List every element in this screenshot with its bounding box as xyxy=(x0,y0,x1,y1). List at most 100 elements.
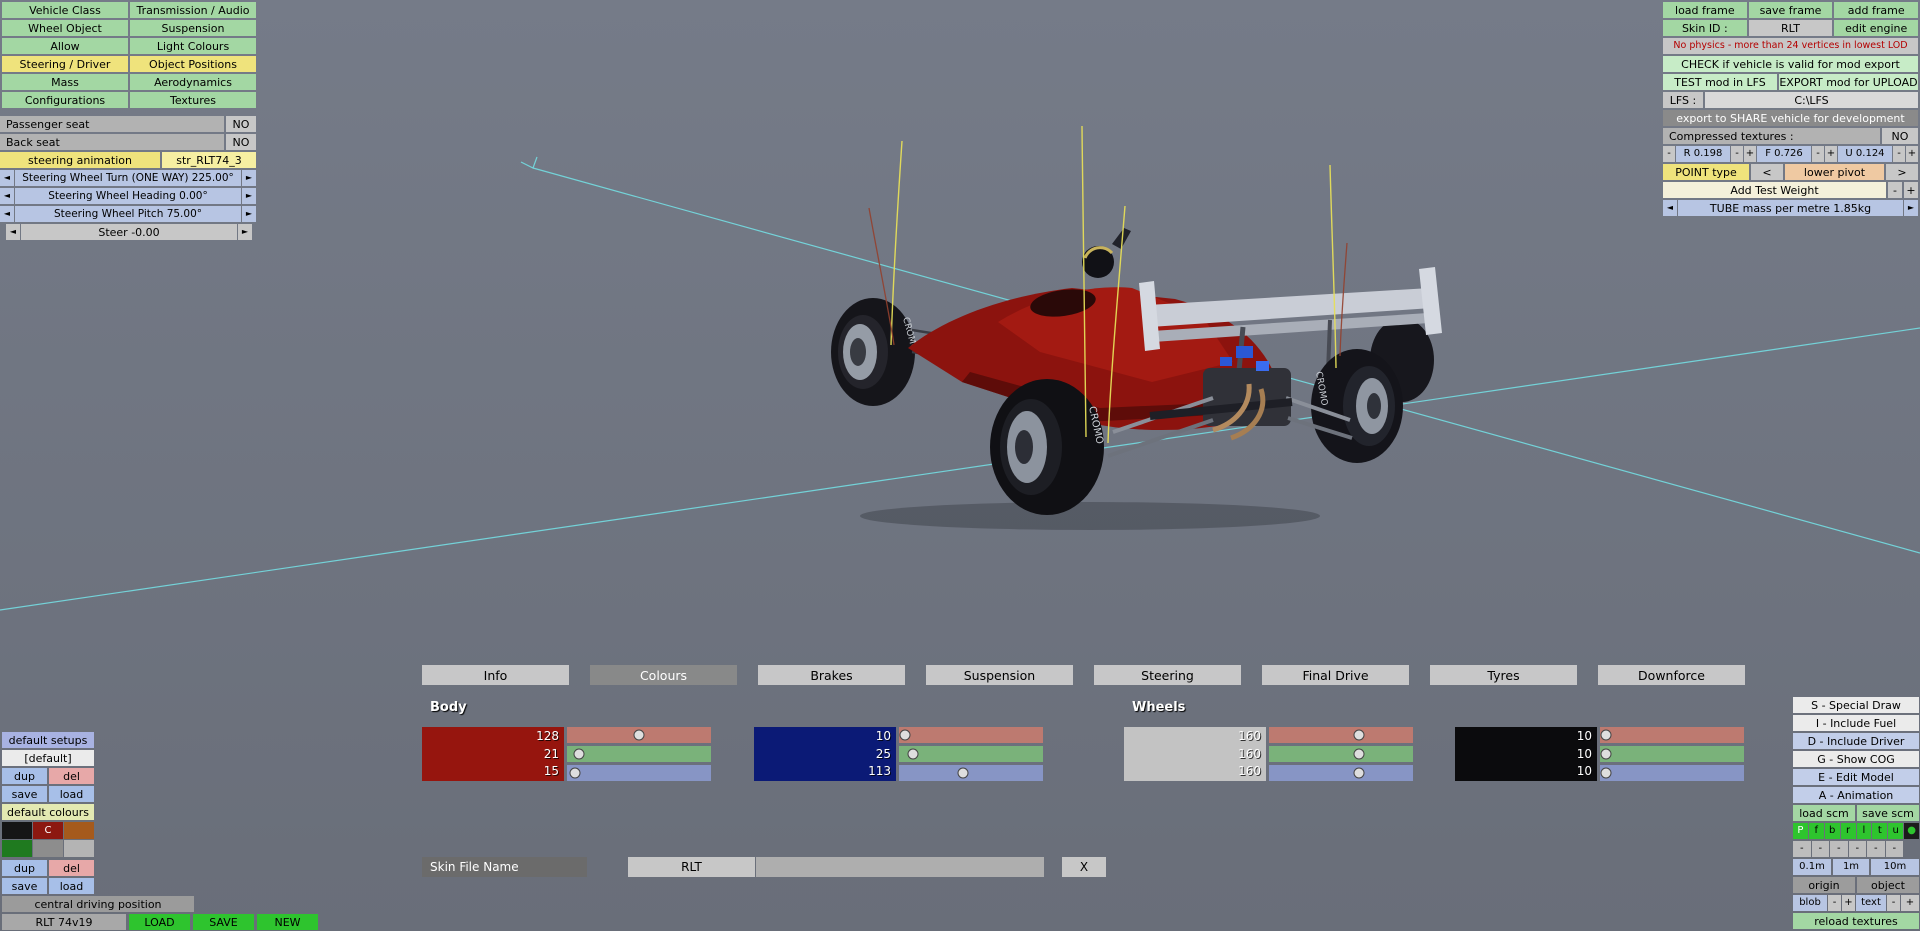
dash-button[interactable]: - xyxy=(1811,841,1829,857)
slider-knob[interactable] xyxy=(908,749,918,759)
add-frame-button[interactable]: add frame xyxy=(1834,2,1919,18)
blue-slider[interactable] xyxy=(567,765,711,781)
skin-name-button[interactable]: RLT xyxy=(628,857,755,877)
grid-01m-button[interactable]: 0.1m xyxy=(1793,859,1831,875)
decrease-arrow-button[interactable]: ◄ xyxy=(0,206,14,222)
test-mod-button[interactable]: TEST mod in LFS xyxy=(1663,74,1777,90)
green-slider[interactable] xyxy=(1269,746,1413,762)
red-slider[interactable] xyxy=(567,727,711,743)
point-type-button[interactable]: POINT type xyxy=(1663,164,1749,180)
load-frame-button[interactable]: load frame xyxy=(1663,2,1747,18)
swatch-body-2[interactable]: 10 25 113 xyxy=(754,727,896,781)
minus-button[interactable]: - xyxy=(1663,146,1675,162)
add-test-weight-button[interactable]: Add Test Weight xyxy=(1663,182,1886,198)
compressed-textures-toggle[interactable]: NO xyxy=(1882,128,1918,144)
slider-knob[interactable] xyxy=(958,768,968,778)
viewport-3d[interactable]: CROMO CROMO CROMO xyxy=(0,0,1920,931)
load-vehicle-button[interactable]: LOAD xyxy=(129,914,190,930)
slider-knob[interactable] xyxy=(1601,749,1611,759)
new-vehicle-button[interactable]: NEW xyxy=(257,914,318,930)
slider-knob[interactable] xyxy=(574,749,584,759)
palette-swatch[interactable] xyxy=(64,822,94,839)
green-slider[interactable] xyxy=(567,746,711,762)
lower-pivot-button[interactable]: lower pivot xyxy=(1785,164,1884,180)
menu-object-positions[interactable]: Object Positions xyxy=(130,56,256,72)
menu-aerodynamics[interactable]: Aerodynamics xyxy=(130,74,256,90)
plus-button[interactable]: + xyxy=(1825,146,1837,162)
save-frame-button[interactable]: save frame xyxy=(1748,2,1833,18)
slider-knob[interactable] xyxy=(1354,749,1364,759)
increase-arrow-button[interactable]: ► xyxy=(242,206,256,222)
slider-knob[interactable] xyxy=(1354,768,1364,778)
tab-colours[interactable]: Colours xyxy=(590,665,737,685)
steering-animation-value[interactable]: str_RLT74_3 xyxy=(162,152,256,168)
origin-button[interactable]: origin xyxy=(1793,877,1855,893)
tab-tyres[interactable]: Tyres xyxy=(1430,665,1577,685)
colours-save-button[interactable]: save xyxy=(2,878,47,894)
setup-dup-button[interactable]: dup xyxy=(2,768,47,784)
passenger-seat-toggle[interactable]: NO xyxy=(226,116,256,132)
offset-r-value[interactable]: R 0.198 xyxy=(1676,146,1730,162)
decrease-arrow-button[interactable]: ◄ xyxy=(0,170,14,186)
red-slider[interactable] xyxy=(1600,727,1744,743)
decrease-arrow-button[interactable]: ◄ xyxy=(0,188,14,204)
tube-mass-value[interactable]: TUBE mass per metre 1.85kg xyxy=(1678,200,1903,216)
object-button[interactable]: object xyxy=(1857,877,1919,893)
prev-button[interactable]: < xyxy=(1751,164,1783,180)
texture-page-l[interactable]: l xyxy=(1856,823,1872,839)
minus-button[interactable]: - xyxy=(1887,895,1900,911)
tab-final-drive[interactable]: Final Drive xyxy=(1262,665,1409,685)
minus-button[interactable]: - xyxy=(1812,146,1824,162)
text-button[interactable]: text xyxy=(1856,895,1886,911)
slider-knob[interactable] xyxy=(1601,768,1611,778)
clear-skin-button[interactable]: X xyxy=(1062,857,1106,877)
edit-engine-button[interactable]: edit engine xyxy=(1834,20,1919,36)
skin-name-input[interactable] xyxy=(756,857,1044,877)
wheel-pitch-value[interactable]: Steering Wheel Pitch 75.00° xyxy=(15,206,241,222)
minus-button[interactable]: - xyxy=(1828,895,1841,911)
default-colours-button[interactable]: default colours xyxy=(2,804,94,820)
wheel-turn-value[interactable]: Steering Wheel Turn (ONE WAY) 225.00° xyxy=(15,170,241,186)
swatch-wheels-1[interactable]: 160 160 160 xyxy=(1124,727,1266,781)
texture-page-b[interactable]: b xyxy=(1824,823,1840,839)
wheel-heading-value[interactable]: Steering Wheel Heading 0.00° xyxy=(15,188,241,204)
grid-1m-button[interactable]: 1m xyxy=(1833,859,1869,875)
green-slider[interactable] xyxy=(1600,746,1744,762)
slider-knob[interactable] xyxy=(1354,730,1364,740)
tab-info[interactable]: Info xyxy=(422,665,569,685)
plus-button[interactable]: + xyxy=(1842,895,1855,911)
offset-u-value[interactable]: U 0.124 xyxy=(1838,146,1892,162)
slider-knob[interactable] xyxy=(570,768,580,778)
export-mod-button[interactable]: EXPORT mod for UPLOAD xyxy=(1779,74,1918,90)
plus-button[interactable]: + xyxy=(1744,146,1756,162)
palette-swatch[interactable] xyxy=(2,822,32,839)
menu-configurations[interactable]: Configurations xyxy=(2,92,128,108)
dash-button[interactable]: - xyxy=(1867,841,1885,857)
swatch-wheels-2[interactable]: 10 10 10 xyxy=(1455,727,1597,781)
menu-mass[interactable]: Mass xyxy=(2,74,128,90)
menu-suspension[interactable]: Suspension xyxy=(130,20,256,36)
menu-textures[interactable]: Textures xyxy=(130,92,256,108)
save-vehicle-button[interactable]: SAVE xyxy=(193,914,254,930)
check-valid-button[interactable]: CHECK if vehicle is valid for mod export xyxy=(1663,56,1918,72)
toggle-include-fuel[interactable]: I - Include Fuel xyxy=(1793,715,1919,731)
decrease-arrow-button[interactable]: ◄ xyxy=(1663,200,1677,216)
menu-allow[interactable]: Allow xyxy=(2,38,128,54)
texture-page-r[interactable]: r xyxy=(1840,823,1856,839)
menu-transmission-audio[interactable]: Transmission / Audio xyxy=(130,2,256,18)
setup-load-button[interactable]: load xyxy=(49,786,94,802)
offset-f-value[interactable]: F 0.726 xyxy=(1757,146,1811,162)
reload-textures-button[interactable]: reload textures xyxy=(1793,913,1919,929)
colours-dup-button[interactable]: dup xyxy=(2,860,47,876)
dash-button[interactable]: - xyxy=(1848,841,1866,857)
toggle-animation[interactable]: A - Animation xyxy=(1793,787,1919,803)
slider-knob[interactable] xyxy=(634,730,644,740)
plus-button[interactable]: + xyxy=(1906,146,1918,162)
toggle-edit-model[interactable]: E - Edit Model xyxy=(1793,769,1919,785)
skin-id-value[interactable]: RLT xyxy=(1748,20,1833,36)
grid-10m-button[interactable]: 10m xyxy=(1871,859,1919,875)
minus-button[interactable]: - xyxy=(1888,182,1902,198)
slider-knob[interactable] xyxy=(1601,730,1611,740)
minus-button[interactable]: - xyxy=(1731,146,1743,162)
colours-del-button[interactable]: del xyxy=(49,860,94,876)
